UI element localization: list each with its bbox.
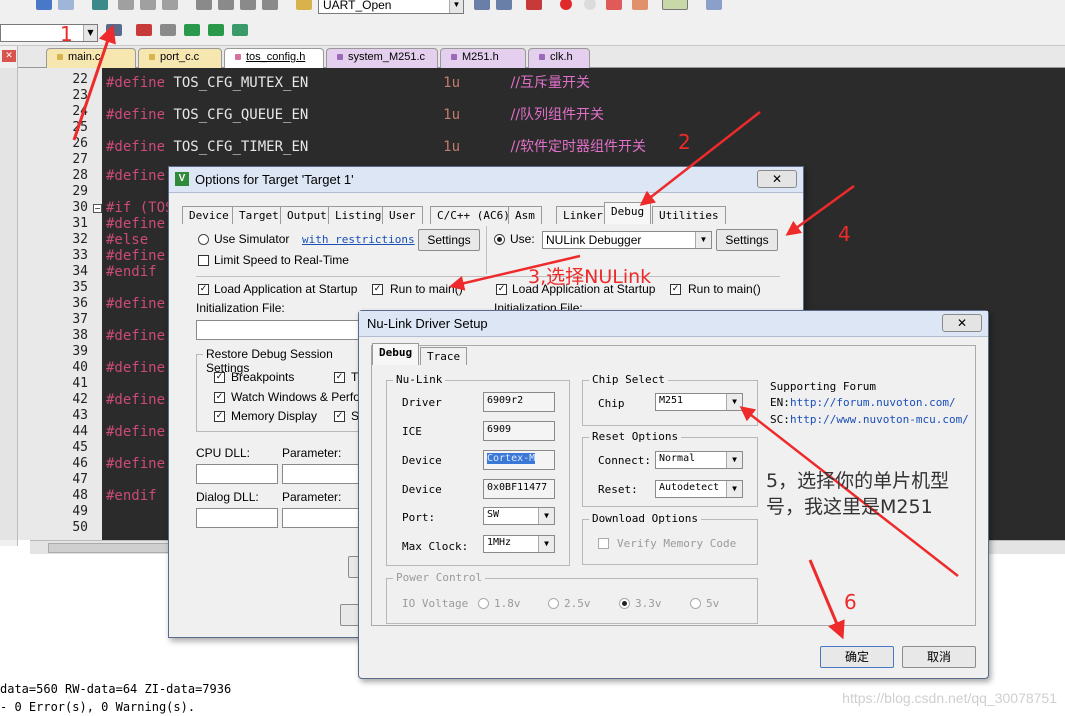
arrow-1 <box>72 24 116 141</box>
annotation-step-5-line: 号，我这里是M251 <box>766 496 933 518</box>
arrow-2 <box>639 111 761 206</box>
annotation-step-6: 6 <box>844 590 857 614</box>
watermark: https://blog.csdn.net/qq_30078751 <box>842 690 1057 706</box>
annotation-step-5: 5，选择你的单片机型 号，我这里是M251 <box>766 468 949 520</box>
annotation-step-4: 4 <box>838 222 851 246</box>
annotation-step-5-line: 5，选择你的单片机型 <box>766 470 950 492</box>
annotation-step-2: 2 <box>678 130 691 154</box>
arrow-6 <box>808 559 845 640</box>
annotation-arrows <box>72 24 959 640</box>
annotation-step-1: 1 <box>60 22 73 46</box>
annotation-step-3: 3,选择NULink <box>528 266 652 288</box>
